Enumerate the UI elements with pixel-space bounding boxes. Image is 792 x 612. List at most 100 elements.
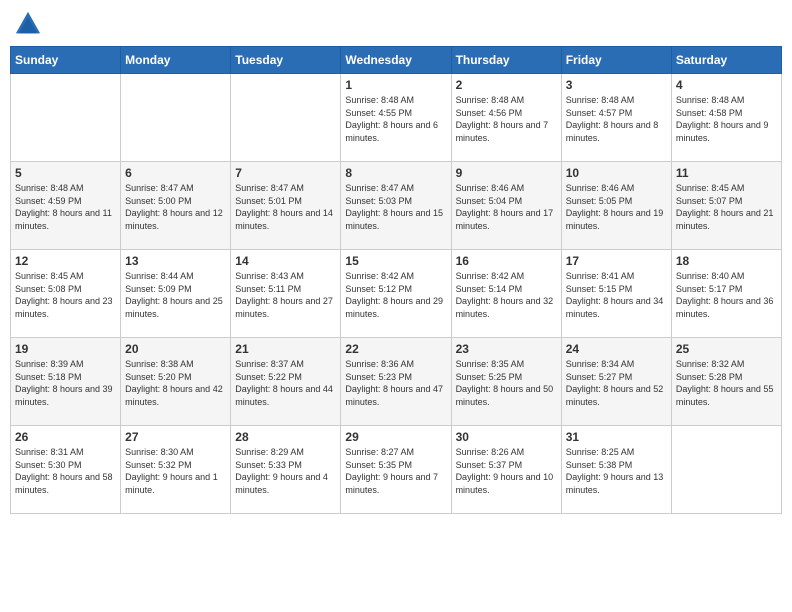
weekday-header-wednesday: Wednesday [341, 47, 451, 74]
day-number: 13 [125, 254, 226, 268]
calendar-cell: 13 Sunrise: 8:44 AMSunset: 5:09 PMDaylig… [121, 250, 231, 338]
day-info: Sunrise: 8:47 AMSunset: 5:01 PMDaylight:… [235, 182, 336, 232]
day-number: 20 [125, 342, 226, 356]
weekday-header-friday: Friday [561, 47, 671, 74]
calendar-cell: 18 Sunrise: 8:40 AMSunset: 5:17 PMDaylig… [671, 250, 781, 338]
day-info: Sunrise: 8:29 AMSunset: 5:33 PMDaylight:… [235, 446, 336, 496]
calendar-cell: 2 Sunrise: 8:48 AMSunset: 4:56 PMDayligh… [451, 74, 561, 162]
calendar-cell: 27 Sunrise: 8:30 AMSunset: 5:32 PMDaylig… [121, 426, 231, 514]
calendar-cell: 6 Sunrise: 8:47 AMSunset: 5:00 PMDayligh… [121, 162, 231, 250]
weekday-header-tuesday: Tuesday [231, 47, 341, 74]
calendar-cell: 12 Sunrise: 8:45 AMSunset: 5:08 PMDaylig… [11, 250, 121, 338]
day-info: Sunrise: 8:39 AMSunset: 5:18 PMDaylight:… [15, 358, 116, 408]
calendar-cell [11, 74, 121, 162]
day-number: 18 [676, 254, 777, 268]
day-info: Sunrise: 8:48 AMSunset: 4:56 PMDaylight:… [456, 94, 557, 144]
calendar-cell: 5 Sunrise: 8:48 AMSunset: 4:59 PMDayligh… [11, 162, 121, 250]
calendar-cell: 17 Sunrise: 8:41 AMSunset: 5:15 PMDaylig… [561, 250, 671, 338]
day-number: 26 [15, 430, 116, 444]
day-number: 15 [345, 254, 446, 268]
page-header [10, 10, 782, 38]
day-number: 29 [345, 430, 446, 444]
day-number: 27 [125, 430, 226, 444]
day-info: Sunrise: 8:35 AMSunset: 5:25 PMDaylight:… [456, 358, 557, 408]
day-number: 7 [235, 166, 336, 180]
day-number: 2 [456, 78, 557, 92]
day-number: 19 [15, 342, 116, 356]
calendar-cell: 1 Sunrise: 8:48 AMSunset: 4:55 PMDayligh… [341, 74, 451, 162]
day-number: 5 [15, 166, 116, 180]
day-info: Sunrise: 8:30 AMSunset: 5:32 PMDaylight:… [125, 446, 226, 496]
calendar-cell: 10 Sunrise: 8:46 AMSunset: 5:05 PMDaylig… [561, 162, 671, 250]
day-info: Sunrise: 8:25 AMSunset: 5:38 PMDaylight:… [566, 446, 667, 496]
day-info: Sunrise: 8:38 AMSunset: 5:20 PMDaylight:… [125, 358, 226, 408]
day-info: Sunrise: 8:45 AMSunset: 5:08 PMDaylight:… [15, 270, 116, 320]
day-number: 4 [676, 78, 777, 92]
calendar-cell: 3 Sunrise: 8:48 AMSunset: 4:57 PMDayligh… [561, 74, 671, 162]
day-info: Sunrise: 8:32 AMSunset: 5:28 PMDaylight:… [676, 358, 777, 408]
day-number: 1 [345, 78, 446, 92]
calendar-week-2: 5 Sunrise: 8:48 AMSunset: 4:59 PMDayligh… [11, 162, 782, 250]
day-info: Sunrise: 8:41 AMSunset: 5:15 PMDaylight:… [566, 270, 667, 320]
day-number: 30 [456, 430, 557, 444]
calendar-cell: 14 Sunrise: 8:43 AMSunset: 5:11 PMDaylig… [231, 250, 341, 338]
calendar-cell: 28 Sunrise: 8:29 AMSunset: 5:33 PMDaylig… [231, 426, 341, 514]
calendar-cell: 31 Sunrise: 8:25 AMSunset: 5:38 PMDaylig… [561, 426, 671, 514]
calendar-cell: 11 Sunrise: 8:45 AMSunset: 5:07 PMDaylig… [671, 162, 781, 250]
day-number: 16 [456, 254, 557, 268]
day-info: Sunrise: 8:26 AMSunset: 5:37 PMDaylight:… [456, 446, 557, 496]
calendar-cell: 21 Sunrise: 8:37 AMSunset: 5:22 PMDaylig… [231, 338, 341, 426]
calendar-cell: 30 Sunrise: 8:26 AMSunset: 5:37 PMDaylig… [451, 426, 561, 514]
day-info: Sunrise: 8:42 AMSunset: 5:14 PMDaylight:… [456, 270, 557, 320]
weekday-header-sunday: Sunday [11, 47, 121, 74]
logo [14, 10, 46, 38]
calendar-cell: 25 Sunrise: 8:32 AMSunset: 5:28 PMDaylig… [671, 338, 781, 426]
day-info: Sunrise: 8:42 AMSunset: 5:12 PMDaylight:… [345, 270, 446, 320]
day-info: Sunrise: 8:43 AMSunset: 5:11 PMDaylight:… [235, 270, 336, 320]
calendar-table: SundayMondayTuesdayWednesdayThursdayFrid… [10, 46, 782, 514]
calendar-cell [671, 426, 781, 514]
day-info: Sunrise: 8:46 AMSunset: 5:05 PMDaylight:… [566, 182, 667, 232]
day-number: 21 [235, 342, 336, 356]
day-number: 31 [566, 430, 667, 444]
day-info: Sunrise: 8:47 AMSunset: 5:00 PMDaylight:… [125, 182, 226, 232]
day-number: 9 [456, 166, 557, 180]
calendar-cell: 29 Sunrise: 8:27 AMSunset: 5:35 PMDaylig… [341, 426, 451, 514]
day-number: 8 [345, 166, 446, 180]
calendar-cell: 24 Sunrise: 8:34 AMSunset: 5:27 PMDaylig… [561, 338, 671, 426]
day-number: 23 [456, 342, 557, 356]
day-info: Sunrise: 8:40 AMSunset: 5:17 PMDaylight:… [676, 270, 777, 320]
day-number: 17 [566, 254, 667, 268]
day-info: Sunrise: 8:48 AMSunset: 4:58 PMDaylight:… [676, 94, 777, 144]
day-info: Sunrise: 8:45 AMSunset: 5:07 PMDaylight:… [676, 182, 777, 232]
day-number: 24 [566, 342, 667, 356]
calendar-week-4: 19 Sunrise: 8:39 AMSunset: 5:18 PMDaylig… [11, 338, 782, 426]
calendar-cell: 4 Sunrise: 8:48 AMSunset: 4:58 PMDayligh… [671, 74, 781, 162]
day-info: Sunrise: 8:48 AMSunset: 4:59 PMDaylight:… [15, 182, 116, 232]
calendar-cell [121, 74, 231, 162]
day-info: Sunrise: 8:48 AMSunset: 4:55 PMDaylight:… [345, 94, 446, 144]
weekday-header-saturday: Saturday [671, 47, 781, 74]
day-info: Sunrise: 8:47 AMSunset: 5:03 PMDaylight:… [345, 182, 446, 232]
day-number: 6 [125, 166, 226, 180]
day-info: Sunrise: 8:46 AMSunset: 5:04 PMDaylight:… [456, 182, 557, 232]
calendar-week-1: 1 Sunrise: 8:48 AMSunset: 4:55 PMDayligh… [11, 74, 782, 162]
weekday-header-row: SundayMondayTuesdayWednesdayThursdayFrid… [11, 47, 782, 74]
day-info: Sunrise: 8:48 AMSunset: 4:57 PMDaylight:… [566, 94, 667, 144]
calendar-week-3: 12 Sunrise: 8:45 AMSunset: 5:08 PMDaylig… [11, 250, 782, 338]
calendar-cell: 16 Sunrise: 8:42 AMSunset: 5:14 PMDaylig… [451, 250, 561, 338]
calendar-cell: 9 Sunrise: 8:46 AMSunset: 5:04 PMDayligh… [451, 162, 561, 250]
day-info: Sunrise: 8:31 AMSunset: 5:30 PMDaylight:… [15, 446, 116, 496]
day-info: Sunrise: 8:37 AMSunset: 5:22 PMDaylight:… [235, 358, 336, 408]
day-info: Sunrise: 8:34 AMSunset: 5:27 PMDaylight:… [566, 358, 667, 408]
calendar-cell: 20 Sunrise: 8:38 AMSunset: 5:20 PMDaylig… [121, 338, 231, 426]
calendar-cell: 22 Sunrise: 8:36 AMSunset: 5:23 PMDaylig… [341, 338, 451, 426]
day-number: 14 [235, 254, 336, 268]
calendar-cell: 19 Sunrise: 8:39 AMSunset: 5:18 PMDaylig… [11, 338, 121, 426]
logo-icon [14, 10, 42, 38]
day-info: Sunrise: 8:36 AMSunset: 5:23 PMDaylight:… [345, 358, 446, 408]
day-number: 11 [676, 166, 777, 180]
calendar-cell: 15 Sunrise: 8:42 AMSunset: 5:12 PMDaylig… [341, 250, 451, 338]
day-number: 22 [345, 342, 446, 356]
calendar-cell: 7 Sunrise: 8:47 AMSunset: 5:01 PMDayligh… [231, 162, 341, 250]
